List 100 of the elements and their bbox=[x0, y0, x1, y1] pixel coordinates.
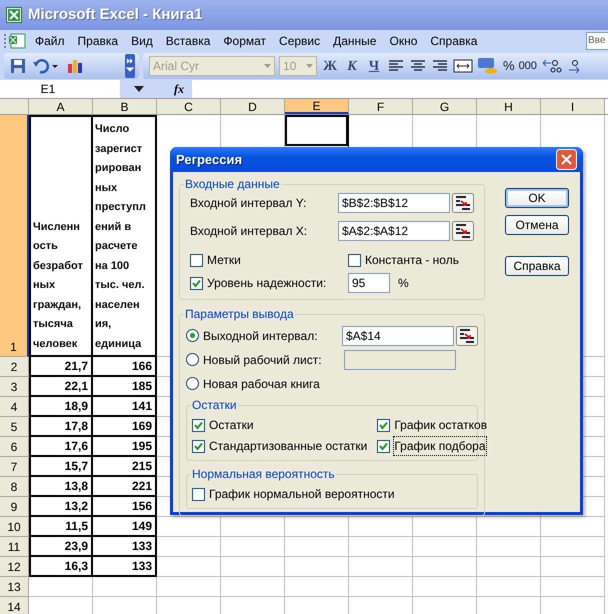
checkbox[interactable] bbox=[192, 440, 205, 452]
range-picker-icon[interactable] bbox=[452, 193, 474, 213]
empty-cell[interactable] bbox=[349, 557, 413, 577]
empty-cell[interactable] bbox=[541, 577, 605, 597]
toolbar-options-icon[interactable] bbox=[125, 54, 135, 78]
column-header[interactable]: H bbox=[477, 99, 541, 114]
menu-item[interactable]: Справка bbox=[425, 32, 482, 50]
row-header[interactable]: 11 bbox=[0, 537, 29, 557]
menu-item[interactable]: Правка bbox=[72, 32, 124, 50]
radio-button[interactable] bbox=[186, 329, 199, 342]
column-header[interactable]: G bbox=[413, 99, 477, 114]
range-picker-icon[interactable] bbox=[452, 221, 474, 241]
align-right-icon[interactable] bbox=[431, 58, 449, 74]
dialog-button[interactable]: Справка bbox=[505, 256, 569, 276]
empty-cell[interactable] bbox=[157, 537, 221, 557]
empty-cell[interactable] bbox=[541, 557, 605, 577]
column-header[interactable]: D bbox=[221, 99, 285, 114]
radio-button[interactable] bbox=[186, 377, 199, 390]
checkbox[interactable] bbox=[377, 418, 390, 432]
column-header[interactable]: E bbox=[285, 99, 349, 114]
undo-icon[interactable] bbox=[32, 58, 60, 74]
empty-cell[interactable] bbox=[349, 517, 413, 537]
row-header[interactable]: 10 bbox=[0, 517, 29, 537]
menu-item[interactable]: Формат bbox=[218, 32, 272, 50]
row-header[interactable]: 9 bbox=[0, 497, 29, 517]
empty-cell[interactable] bbox=[285, 517, 349, 537]
save-icon[interactable] bbox=[8, 58, 26, 74]
empty-cell[interactable] bbox=[477, 537, 541, 557]
menu-item[interactable]: Файл bbox=[30, 32, 70, 50]
row-header[interactable]: 4 bbox=[0, 397, 29, 417]
empty-cell[interactable] bbox=[93, 577, 157, 597]
dropdown-arrow-icon[interactable] bbox=[134, 86, 144, 92]
empty-cell[interactable] bbox=[477, 517, 541, 537]
checkbox[interactable] bbox=[348, 254, 361, 266]
align-center-icon[interactable] bbox=[409, 58, 427, 74]
empty-cell[interactable] bbox=[541, 537, 605, 557]
empty-cell[interactable] bbox=[413, 537, 477, 557]
row-header[interactable]: 12 bbox=[0, 557, 29, 577]
function-button[interactable]: fx bbox=[174, 80, 186, 98]
empty-cell[interactable] bbox=[477, 577, 541, 597]
empty-cell[interactable] bbox=[413, 577, 477, 597]
thousands-button[interactable]: 000 bbox=[518, 58, 537, 74]
column-header[interactable]: B bbox=[93, 99, 157, 114]
menu-item[interactable]: Вставка bbox=[160, 32, 216, 50]
empty-cell[interactable] bbox=[413, 557, 477, 577]
confidence-field[interactable]: 95 bbox=[348, 273, 390, 293]
empty-cell[interactable] bbox=[285, 577, 349, 597]
empty-cell[interactable] bbox=[221, 557, 285, 577]
help-search-field[interactable]: Вве bbox=[586, 32, 608, 50]
empty-cell[interactable] bbox=[541, 517, 605, 537]
row-header[interactable]: 6 bbox=[0, 437, 29, 457]
empty-cell[interactable] bbox=[221, 517, 285, 537]
bold-button[interactable]: Ж bbox=[321, 56, 339, 76]
dialog-button[interactable]: Отмена bbox=[505, 215, 569, 235]
row-header[interactable]: 5 bbox=[0, 417, 29, 437]
formula-field[interactable] bbox=[192, 80, 608, 98]
name-box[interactable]: E1 bbox=[0, 80, 120, 98]
row-header[interactable]: 7 bbox=[0, 457, 29, 477]
percent-button[interactable]: % bbox=[503, 56, 515, 76]
row-header[interactable]: 2 bbox=[0, 357, 29, 377]
empty-cell[interactable] bbox=[413, 517, 477, 537]
column-header[interactable]: I bbox=[541, 99, 605, 114]
range-field[interactable] bbox=[344, 350, 456, 370]
decrease-decimal-icon[interactable] bbox=[566, 58, 581, 74]
menu-item[interactable]: Данные bbox=[328, 32, 382, 50]
range-picker-icon[interactable] bbox=[456, 326, 478, 346]
empty-cell[interactable] bbox=[221, 577, 285, 597]
italic-button[interactable]: К bbox=[343, 56, 361, 76]
empty-cell[interactable] bbox=[157, 517, 221, 537]
empty-cell[interactable] bbox=[157, 577, 221, 597]
dialog-button[interactable]: OK bbox=[505, 188, 569, 208]
close-icon[interactable] bbox=[556, 149, 577, 170]
range-field[interactable]: $A$14 bbox=[342, 326, 454, 346]
column-header[interactable]: C bbox=[157, 99, 221, 114]
checkbox[interactable] bbox=[192, 488, 205, 500]
checkbox[interactable] bbox=[190, 254, 203, 266]
empty-cell[interactable] bbox=[221, 537, 285, 557]
menu-item[interactable]: Сервис bbox=[274, 32, 326, 50]
checkbox[interactable] bbox=[192, 418, 205, 432]
row-header[interactable]: 8 bbox=[0, 477, 29, 497]
row-header[interactable]: 14 bbox=[0, 597, 29, 614]
row-header[interactable]: 1 bbox=[0, 115, 29, 357]
checkbox[interactable] bbox=[377, 440, 390, 452]
checkbox[interactable] bbox=[190, 276, 203, 290]
menu-item[interactable]: Окно bbox=[384, 32, 422, 50]
radio-button[interactable] bbox=[186, 353, 199, 366]
increase-decimal-icon[interactable] bbox=[540, 58, 563, 74]
empty-cell[interactable] bbox=[285, 557, 349, 577]
menu-item[interactable]: Вид bbox=[126, 32, 158, 50]
column-header[interactable]: A bbox=[29, 99, 93, 114]
empty-cell[interactable] bbox=[349, 577, 413, 597]
empty-cell[interactable] bbox=[349, 537, 413, 557]
row-header[interactable]: 13 bbox=[0, 577, 29, 597]
empty-cell[interactable] bbox=[285, 537, 349, 557]
select-all-corner[interactable] bbox=[0, 99, 29, 114]
column-header[interactable]: F bbox=[349, 99, 413, 114]
range-field[interactable]: $B$2:$B$12 bbox=[338, 193, 450, 213]
merge-cells-icon[interactable] bbox=[453, 58, 473, 74]
row-header[interactable]: 3 bbox=[0, 377, 29, 397]
empty-cell[interactable] bbox=[477, 557, 541, 577]
